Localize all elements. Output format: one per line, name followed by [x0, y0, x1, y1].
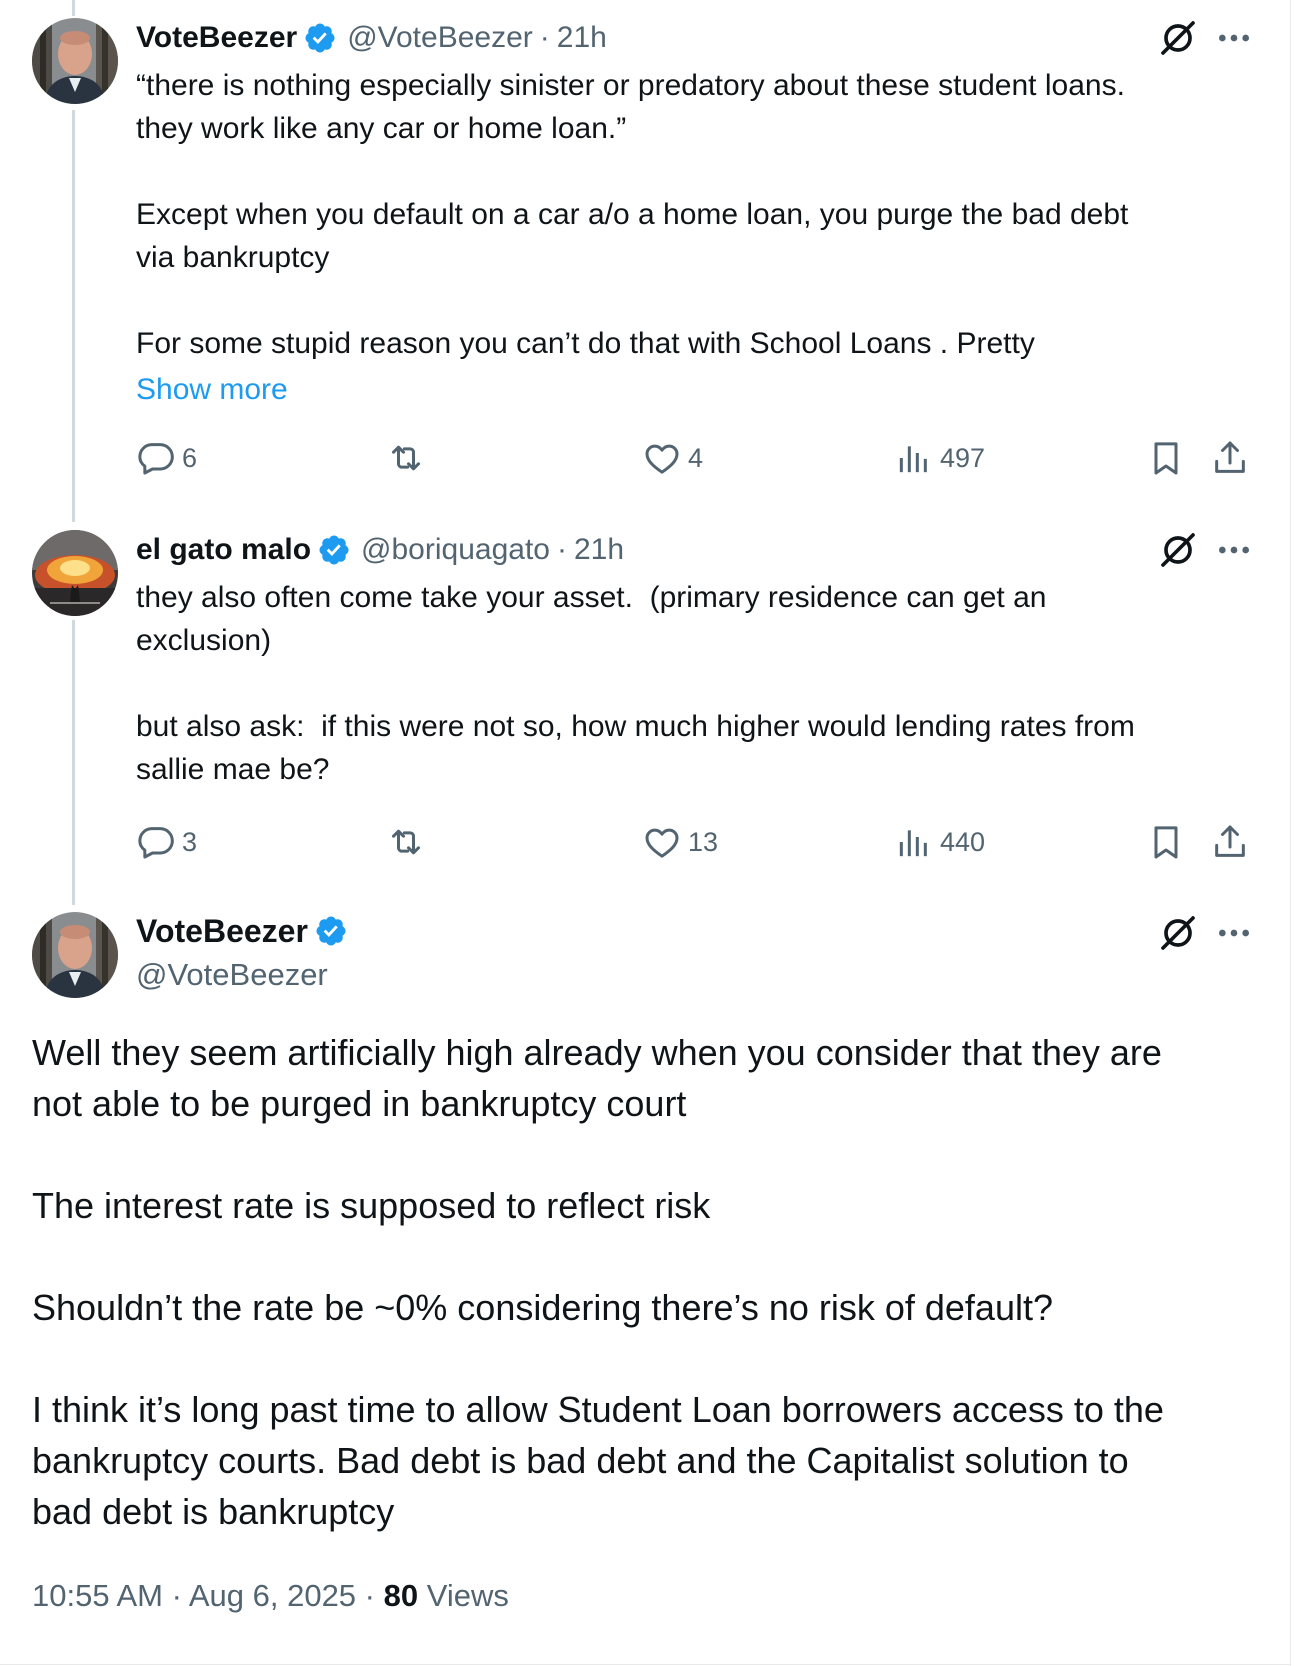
repost-button[interactable] — [386, 436, 432, 480]
tweet-time[interactable]: 21h — [557, 21, 607, 55]
repost-icon — [386, 438, 426, 478]
share-button[interactable] — [1210, 820, 1256, 864]
tweet-actions: 6 4 497 — [136, 436, 1256, 480]
verified-badge-icon — [303, 21, 337, 55]
more-dots-icon[interactable] — [1212, 18, 1256, 58]
bookmark-icon — [1146, 438, 1186, 478]
separator: · — [556, 533, 567, 566]
views-icon — [894, 822, 934, 862]
views-count: 440 — [940, 826, 986, 857]
reply-count: 6 — [182, 442, 198, 473]
like-icon — [642, 822, 682, 862]
author-name[interactable]: VoteBeezer — [136, 21, 297, 55]
more-dots-icon[interactable] — [1212, 530, 1256, 570]
thread-line-top — [72, 0, 75, 16]
reply-button[interactable]: 6 — [136, 436, 197, 480]
tweet-header: el gato malo @boriquagato · 21h — [136, 528, 624, 572]
like-count: 13 — [688, 826, 719, 857]
tweet-header: VoteBeezer @VoteBeezer · 21h — [136, 16, 607, 60]
separator: · — [364, 1578, 375, 1613]
reply-button[interactable]: 3 — [136, 820, 197, 864]
views-icon — [894, 438, 934, 478]
reply-icon — [136, 822, 176, 862]
like-button[interactable]: 13 — [642, 820, 718, 864]
author-name[interactable]: VoteBeezer — [136, 913, 308, 950]
bottom-divider — [0, 1664, 1291, 1665]
views-count: 80 — [383, 1578, 419, 1613]
timeline-border — [1290, 0, 1291, 1666]
separator: · — [539, 21, 550, 54]
tweet-time[interactable]: 10:55 AM — [32, 1578, 163, 1613]
tweet-text: they also often come take your asset. (p… — [136, 581, 1135, 786]
tweet-meta: 10:55 AM · Aug 6, 2025 · 80 Views — [32, 1578, 509, 1614]
main-tweet-text: Well they seem artificially high already… — [32, 1032, 1164, 1532]
tweet-text: “there is nothing especially sinister or… — [136, 69, 1129, 360]
tweet-date[interactable]: Aug 6, 2025 — [189, 1578, 356, 1613]
verified-badge-icon — [314, 914, 348, 948]
tweet-actions: 3 13 440 — [136, 820, 1256, 864]
avatar-el-gato-malo[interactable] — [32, 530, 118, 616]
reply-count: 3 — [182, 826, 198, 857]
avatar-votebeezer-main[interactable] — [32, 912, 118, 998]
like-button[interactable]: 4 — [642, 436, 703, 480]
views-button[interactable]: 440 — [894, 820, 985, 864]
author-name[interactable]: el gato malo — [136, 533, 311, 567]
author-handle[interactable]: @boriquagato — [361, 533, 550, 567]
main-tweet-author: VoteBeezer @VoteBeezer — [136, 909, 358, 997]
views-count: 497 — [940, 442, 986, 473]
bookmark-button[interactable] — [1146, 436, 1192, 480]
reply-icon — [136, 438, 176, 478]
grok-icon[interactable] — [1158, 913, 1198, 953]
grok-icon[interactable] — [1158, 18, 1198, 58]
more-dots-icon[interactable] — [1212, 913, 1256, 953]
thread-line-2 — [72, 620, 75, 905]
repost-button[interactable] — [386, 820, 432, 864]
bookmark-button[interactable] — [1146, 820, 1192, 864]
repost-icon — [386, 822, 426, 862]
separator: · — [171, 1578, 182, 1613]
avatar-votebeezer[interactable] — [32, 18, 118, 104]
share-icon — [1210, 438, 1250, 478]
share-button[interactable] — [1210, 436, 1256, 480]
author-handle[interactable]: @VoteBeezer — [347, 21, 533, 55]
like-count: 4 — [688, 442, 704, 473]
like-icon — [642, 438, 682, 478]
views-button[interactable]: 497 — [894, 436, 985, 480]
show-more-link[interactable]: Show more — [136, 368, 288, 411]
bookmark-icon — [1146, 822, 1186, 862]
grok-icon[interactable] — [1158, 530, 1198, 570]
author-handle[interactable]: @VoteBeezer — [136, 953, 358, 997]
share-icon — [1210, 822, 1250, 862]
views-label: Views — [426, 1578, 509, 1613]
verified-badge-icon — [317, 533, 351, 567]
thread-line-1 — [72, 110, 75, 522]
tweet-time[interactable]: 21h — [574, 533, 624, 567]
